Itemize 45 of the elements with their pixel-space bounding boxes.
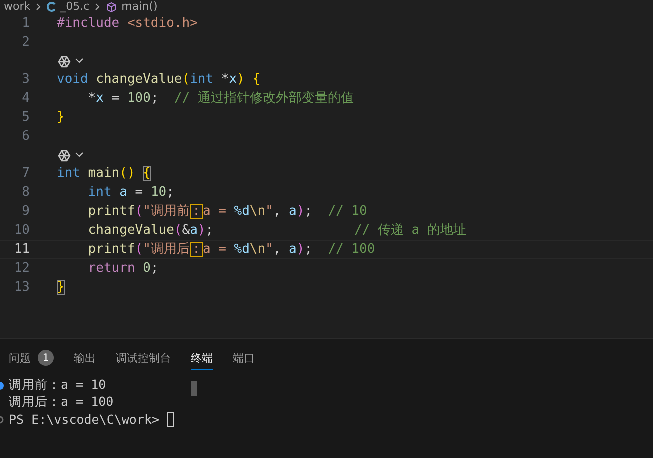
- chevron-down-icon[interactable]: [75, 58, 84, 64]
- line-number: 11: [13, 241, 30, 259]
- line-number: 7: [21, 165, 30, 183]
- line-number: 8: [21, 184, 30, 202]
- code-line: *x = 100; // 通过指针修改外部变量的值: [87, 90, 354, 108]
- code-line: }: [57, 109, 65, 127]
- chevron-right-icon: [36, 3, 42, 11]
- line-number: 10: [13, 222, 30, 240]
- code-line: }: [57, 279, 65, 297]
- code-line: changeValue(&a); // 传递 a 的地址: [87, 222, 466, 240]
- line-number: 5: [21, 109, 30, 127]
- line-number: 6: [21, 128, 30, 146]
- cube-icon: [106, 2, 117, 12]
- line-number: 1: [21, 15, 30, 33]
- line-number: 2: [21, 34, 30, 52]
- terminal-line: 调用前：a = 10: [9, 377, 106, 394]
- breadcrumb-folder[interactable]: work: [4, 0, 31, 14]
- panel-tab[interactable]: 输出: [74, 346, 96, 370]
- line-number: 13: [13, 279, 30, 297]
- code-line: return 0;: [87, 260, 159, 278]
- breadcrumb-file[interactable]: _05.c: [60, 0, 90, 14]
- line-number: 9: [21, 203, 30, 221]
- breadcrumb-symbol[interactable]: main(): [122, 0, 158, 14]
- code-line: printf("调用前：a = %d\n", a); // 10: [87, 203, 368, 221]
- line-number: 3: [21, 71, 30, 89]
- chevron-down-icon[interactable]: [75, 152, 84, 158]
- line-number: 12: [13, 260, 30, 278]
- code-line: printf("调用后：a = %d\n", a); // 100: [87, 241, 376, 259]
- scroll-marker: [191, 381, 197, 396]
- count-badge: 1: [38, 350, 54, 366]
- line-number: 4: [21, 90, 30, 108]
- code-line: #include <stdio.h>: [57, 15, 198, 33]
- panel-tab[interactable]: 问题 1: [9, 346, 54, 370]
- terminal-line: PS E:\vscode\C\work>: [9, 412, 160, 427]
- panel-tab[interactable]: 终端: [191, 346, 213, 370]
- copilot-sparkle-icon[interactable]: [57, 54, 72, 68]
- code-line: int a = 10;: [87, 184, 174, 202]
- c-file-icon: [46, 2, 56, 12]
- code-line: int main() {: [57, 165, 151, 183]
- chevron-right-icon: [94, 3, 101, 11]
- copilot-sparkle-icon[interactable]: [57, 148, 72, 162]
- terminal-line: 调用后：a = 100: [9, 394, 114, 411]
- code-line: void changeValue(int *x) {: [57, 71, 261, 89]
- panel-tab[interactable]: 调试控制台: [116, 346, 171, 370]
- panel-tab[interactable]: 端口: [233, 346, 255, 370]
